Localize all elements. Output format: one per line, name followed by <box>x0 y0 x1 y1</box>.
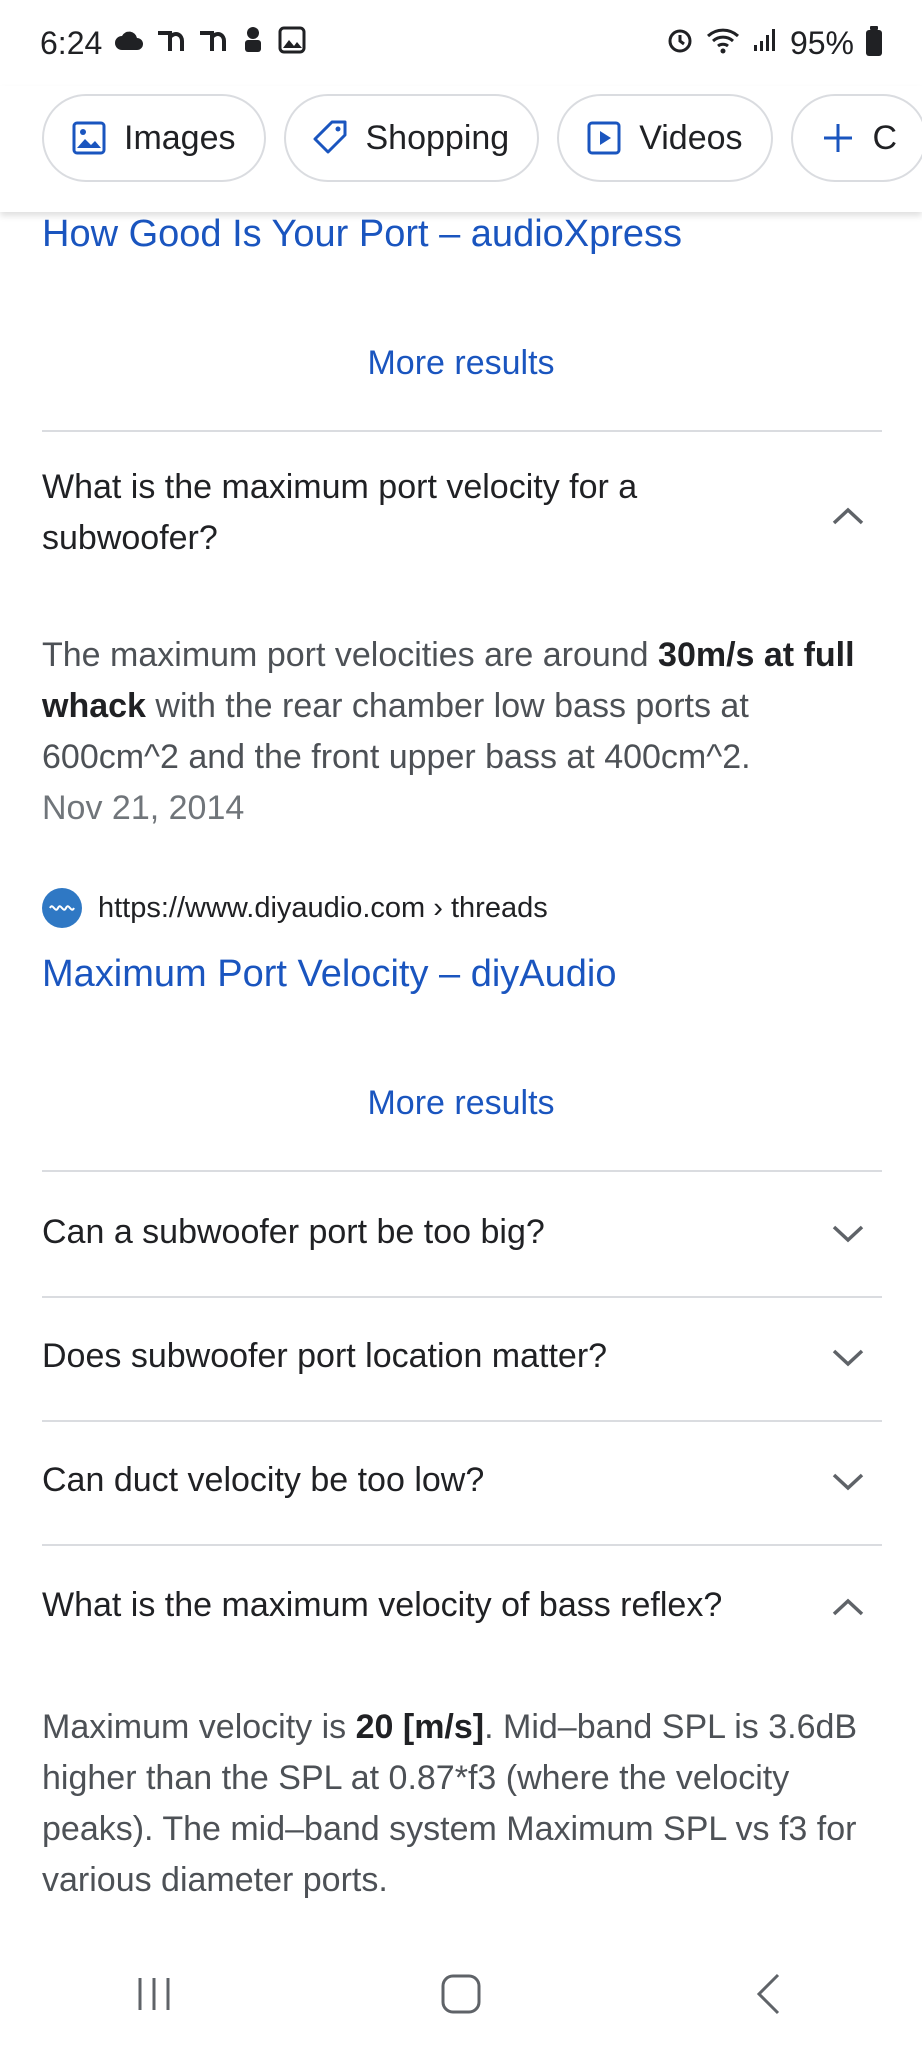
chip-label: Images <box>124 118 236 157</box>
image-icon <box>70 119 108 157</box>
chip-more[interactable]: C <box>790 94 922 182</box>
home-button[interactable] <box>421 1954 501 2034</box>
divider <box>42 1170 882 1172</box>
cloud-icon <box>114 27 144 59</box>
result-title-link[interactable]: How Good Is Your Port – audioXpress <box>42 212 682 258</box>
faq-answer: Maximum velocity is 20 [m/s]. Mid–band S… <box>42 1702 882 1906</box>
site-favicon-icon <box>42 888 82 928</box>
faq-question[interactable]: Can a subwoofer port be too big? <box>42 1207 802 1258</box>
faq-question[interactable]: Does subwoofer port location matter? <box>42 1331 802 1382</box>
faq-question[interactable]: Can duct velocity be too low? <box>42 1455 802 1506</box>
chip-label: Videos <box>639 118 743 157</box>
chip-label: Shopping <box>365 118 510 157</box>
chevron-up-icon[interactable] <box>830 498 866 534</box>
faq-answer: The maximum port velocities are around 3… <box>42 630 882 834</box>
chevron-up-icon[interactable] <box>830 1589 866 1625</box>
android-icon <box>240 25 266 62</box>
chevron-down-icon[interactable] <box>830 1216 866 1252</box>
recent-apps-icon <box>138 1978 170 2010</box>
app-icon <box>156 27 186 60</box>
status-bar: 6:24 95% <box>0 0 922 86</box>
chip-images[interactable]: Images <box>42 94 266 182</box>
gallery-icon <box>278 26 306 61</box>
divider <box>42 1420 882 1422</box>
status-right: 95% <box>666 25 882 62</box>
source-url: https://www.diyaudio.com › threads <box>98 891 548 924</box>
battery-icon <box>866 26 882 56</box>
recent-apps-button[interactable] <box>114 1954 194 2034</box>
alarm-icon <box>666 26 694 61</box>
chevron-down-icon[interactable] <box>830 1340 866 1376</box>
faq-question[interactable]: What is the maximum velocity of bass ref… <box>42 1580 802 1631</box>
back-icon <box>757 1973 780 2015</box>
answer-text: The maximum port velocities are around <box>42 636 659 674</box>
source-site[interactable]: https://www.diyaudio.com › threads <box>42 888 548 928</box>
divider <box>42 430 882 432</box>
divider <box>42 1296 882 1298</box>
answer-date: Nov 21, 2014 <box>42 789 245 827</box>
answer-text: with the rear chamber low bass ports at … <box>42 687 751 776</box>
answer-highlight: 20 [m/s] <box>355 1708 485 1746</box>
status-left: 6:24 <box>40 25 306 62</box>
chevron-down-icon[interactable] <box>830 1464 866 1500</box>
filter-chips-bar: Images Shopping Videos C <box>0 86 922 212</box>
signal-icon <box>752 27 778 60</box>
divider <box>42 1544 882 1546</box>
filter-chips: Images Shopping Videos C <box>42 94 922 182</box>
back-button[interactable] <box>728 1954 808 2034</box>
more-results-link[interactable]: More results <box>0 1084 922 1123</box>
wifi-icon <box>706 26 740 61</box>
home-icon <box>441 1974 481 2014</box>
chip-label: C <box>872 118 898 157</box>
battery-percent: 95% <box>789 24 854 61</box>
status-time: 6:24 <box>40 24 103 61</box>
answer-source-link[interactable]: Maximum Port Velocity – diyAudio <box>42 952 616 998</box>
play-icon <box>585 119 623 157</box>
answer-text: Maximum velocity is <box>42 1708 356 1746</box>
more-results-link[interactable]: More results <box>0 344 922 383</box>
plus-icon <box>819 119 857 157</box>
tag-icon <box>312 119 350 157</box>
app-icon <box>198 27 228 60</box>
system-nav-bar <box>0 1940 922 2048</box>
chip-videos[interactable]: Videos <box>557 94 773 182</box>
chip-shopping[interactable]: Shopping <box>283 94 540 182</box>
faq-question[interactable]: What is the maximum port velocity for a … <box>42 462 802 564</box>
